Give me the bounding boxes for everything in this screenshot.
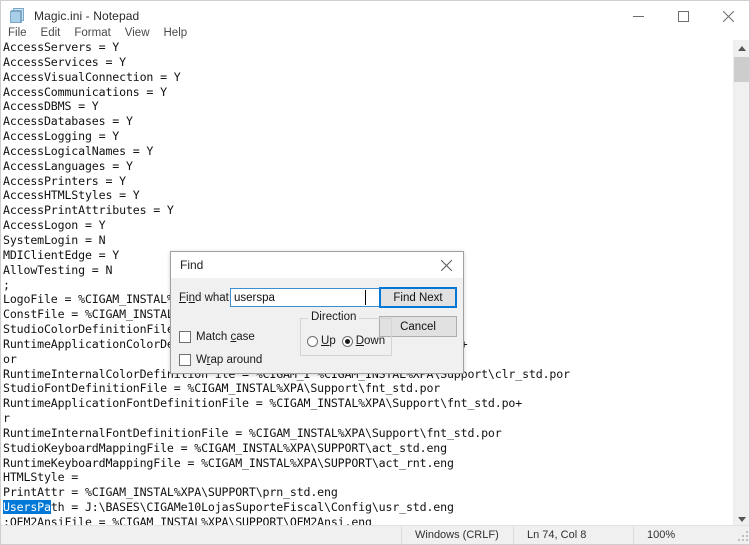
editor-line: AccessVisualConnection = Y bbox=[3, 69, 181, 84]
radio-down-label: Down bbox=[355, 335, 386, 347]
radio-up-dot[interactable] bbox=[307, 335, 318, 347]
editor-line: StudioKeyboardMappingFile = %CIGAM_INSTA… bbox=[3, 440, 447, 455]
find-dialog-close-icon[interactable] bbox=[429, 252, 463, 278]
notepad-icon bbox=[10, 8, 26, 24]
find-next-label: Find Next bbox=[393, 291, 443, 304]
editor-line: StudioFontDefinitionFile = %CIGAM_INSTAL… bbox=[3, 381, 441, 396]
editor-line: PrintAttr = %CIGAM_INSTAL%XPA\SUPPORT\pr… bbox=[3, 485, 338, 500]
editor-line: AccessDatabases = Y bbox=[3, 114, 133, 129]
editor-line: AccessDBMS = Y bbox=[3, 99, 99, 114]
editor-line: RuntimeInternalFontDefinitionFile = %CIG… bbox=[3, 425, 502, 440]
radio-up[interactable]: Up bbox=[307, 335, 336, 347]
radio-down-dot[interactable] bbox=[341, 335, 353, 347]
editor-line: AccessCommunications = Y bbox=[3, 84, 167, 99]
status-bar: Windows (CRLF) Ln 74, Col 8 100% bbox=[1, 525, 749, 544]
editor-line: RuntimeApplicationFontDefinitionFile = %… bbox=[3, 396, 523, 411]
direction-radio-row: Up Down bbox=[307, 335, 385, 347]
editor-line: AccessServices = Y bbox=[3, 54, 126, 69]
radio-down[interactable]: Down bbox=[341, 335, 386, 347]
find-next-button[interactable]: Find Next bbox=[379, 287, 457, 308]
editor-line: AccessPrinters = Y bbox=[3, 173, 126, 188]
radio-up-label: Up bbox=[321, 335, 336, 347]
direction-group: Direction Up Down bbox=[300, 311, 392, 356]
editor-line-highlighted: UsersPath = J:\BASES\CIGAMe10LojasSuport… bbox=[3, 500, 735, 515]
vertical-scrollbar[interactable] bbox=[733, 40, 749, 527]
window-title: Magic.ini - Notepad bbox=[34, 9, 140, 23]
menu-help[interactable]: Help bbox=[157, 24, 195, 42]
editor-line: AccessServers = Y bbox=[3, 40, 120, 54]
editor-line: AccessLogicalNames = Y bbox=[3, 143, 154, 158]
find-dialog: Find Find what: Find Next Cancel Directi… bbox=[170, 251, 464, 374]
find-what-label: Find what: bbox=[179, 292, 233, 304]
find-dialog-title: Find bbox=[180, 258, 204, 272]
notepad-window: Magic.ini - Notepad File Edit Format Vie… bbox=[0, 0, 750, 545]
cancel-label: Cancel bbox=[400, 320, 436, 333]
scroll-up-arrow[interactable] bbox=[734, 40, 749, 57]
status-zoom-level: 100% bbox=[633, 525, 749, 544]
find-dialog-body: Find what: Find Next Cancel Direction Up bbox=[171, 278, 463, 375]
editor-line: r bbox=[3, 411, 10, 426]
text-selection: UsersPa bbox=[3, 500, 51, 515]
status-encoding: Windows (CRLF) bbox=[401, 525, 513, 544]
text-caret bbox=[365, 290, 366, 305]
find-dialog-title-bar: Find bbox=[171, 252, 463, 278]
resize-grip-icon[interactable] bbox=[737, 530, 749, 542]
wrap-around-checkbox[interactable]: Wrap around bbox=[179, 354, 262, 366]
editor-line: AccessLogon = Y bbox=[3, 218, 106, 233]
match-case-box[interactable] bbox=[179, 331, 191, 343]
menu-edit[interactable]: Edit bbox=[34, 24, 68, 42]
editor-line: AccessHTMLStyles = Y bbox=[3, 188, 140, 203]
wrap-around-label: Wrap around bbox=[196, 354, 263, 366]
status-cursor-position: Ln 74, Col 8 bbox=[513, 525, 633, 544]
editor-line-rest: th = J:\BASES\CIGAMe10LojasSuporteFiscal… bbox=[50, 500, 454, 515]
match-case-label: Match case bbox=[196, 331, 255, 343]
menu-view[interactable]: View bbox=[118, 24, 157, 42]
editor-line: SystemLogin = N bbox=[3, 232, 106, 247]
scrollbar-thumb[interactable] bbox=[734, 57, 749, 82]
editor-line: AccessLogging = Y bbox=[3, 129, 120, 144]
editor-line: AccessPrintAttributes = Y bbox=[3, 203, 174, 218]
editor-line: RuntimeKeyboardMappingFile = %CIGAM_INST… bbox=[3, 455, 454, 470]
menu-format[interactable]: Format bbox=[67, 24, 117, 42]
menu-file[interactable]: File bbox=[1, 24, 34, 42]
editor-line: AccessLanguages = Y bbox=[3, 158, 133, 173]
match-case-checkbox[interactable]: Match case bbox=[179, 331, 255, 343]
direction-legend: Direction bbox=[308, 311, 360, 323]
editor-line: HTMLStyle = bbox=[3, 470, 79, 485]
wrap-around-box[interactable] bbox=[179, 354, 191, 366]
